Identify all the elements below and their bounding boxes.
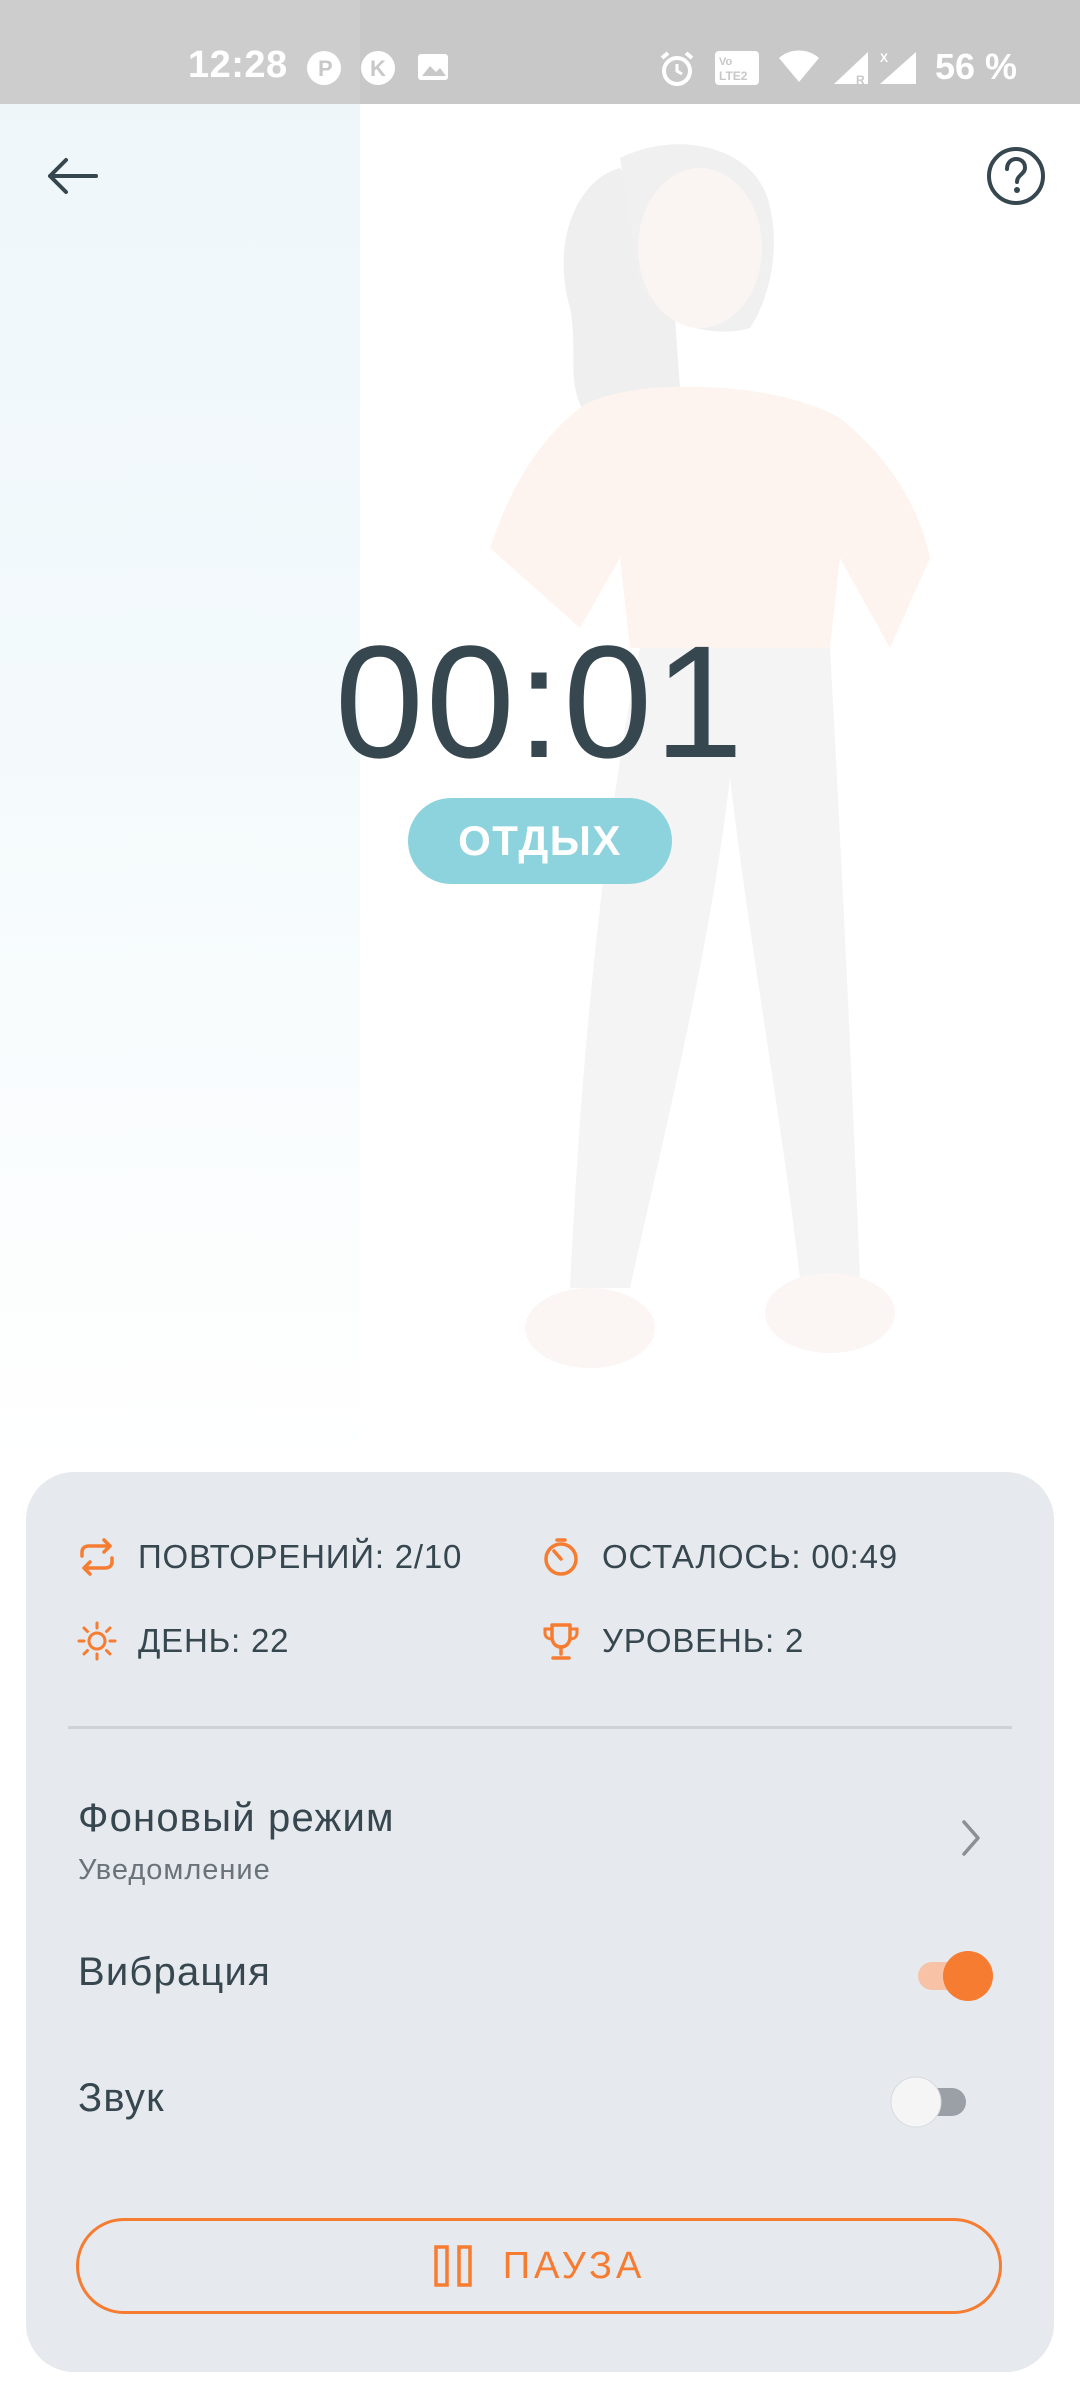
svg-text:P: P bbox=[318, 56, 333, 81]
pause-button[interactable]: ПАУЗА bbox=[76, 2218, 1002, 2314]
pause-icon bbox=[433, 2244, 473, 2288]
alarm-icon bbox=[660, 51, 694, 86]
battery-level: 56 % bbox=[935, 46, 1018, 87]
timer-icon bbox=[540, 1536, 582, 1578]
svg-text:X: X bbox=[880, 51, 888, 65]
stat-repetitions-text: ПОВТОРЕНИЙ: 2/10 bbox=[138, 1538, 463, 1575]
help-button[interactable] bbox=[984, 144, 1048, 208]
chevron-right-icon bbox=[962, 1820, 980, 1856]
svg-text:LTE2: LTE2 bbox=[719, 69, 748, 83]
control-panel: ПОВТОРЕНИЙ: 2/10 ОСТАЛОСЬ: 00:49 ДЕНЬ: 2… bbox=[26, 1472, 1054, 2372]
sun-icon bbox=[76, 1620, 118, 1662]
stat-remaining: ОСТАЛОСЬ: 00:49 bbox=[540, 1536, 898, 1578]
k-app-icon: K bbox=[361, 51, 395, 85]
svg-text:K: K bbox=[370, 56, 386, 81]
status-bar: 12:28 P K Vo LTE2 R X 56 % bbox=[0, 0, 1080, 104]
trophy-icon bbox=[540, 1620, 582, 1662]
background-mode-value: Уведомление bbox=[78, 1854, 271, 1886]
stat-level-text: УРОВЕНЬ: 2 bbox=[602, 1622, 805, 1659]
svg-text:Vo: Vo bbox=[719, 56, 733, 68]
arrow-left-icon bbox=[48, 158, 98, 194]
pause-label: ПАУЗА bbox=[502, 2244, 646, 2287]
question-circle-icon bbox=[987, 147, 1045, 205]
volte-icon: VoLTE2 bbox=[715, 51, 759, 85]
wifi-icon bbox=[779, 50, 819, 82]
svg-text:R: R bbox=[856, 73, 865, 86]
image-icon bbox=[418, 54, 448, 80]
background-mode-title: Фоновый режим bbox=[78, 1796, 395, 1840]
sound-label: Звук bbox=[78, 2076, 165, 2120]
stat-repetitions: ПОВТОРЕНИЙ: 2/10 bbox=[76, 1536, 462, 1578]
back-button[interactable] bbox=[40, 144, 104, 208]
stat-day: ДЕНЬ: 22 bbox=[76, 1620, 289, 1662]
vibration-toggle[interactable] bbox=[910, 1932, 996, 2018]
sound-toggle[interactable] bbox=[886, 2058, 972, 2144]
repeat-icon bbox=[76, 1536, 118, 1578]
phase-badge: ОТДЫХ bbox=[408, 798, 672, 884]
signal-icon: R bbox=[834, 52, 868, 86]
stat-level: УРОВЕНЬ: 2 bbox=[540, 1620, 804, 1662]
stat-remaining-text: ОСТАЛОСЬ: 00:49 bbox=[602, 1538, 898, 1575]
stat-day-text: ДЕНЬ: 22 bbox=[138, 1622, 290, 1659]
parking-icon: P bbox=[307, 51, 341, 85]
status-time: 12:28 bbox=[188, 44, 288, 86]
divider bbox=[68, 1726, 1012, 1729]
timer-display: 00:01 bbox=[334, 612, 746, 791]
signal-x-icon: X bbox=[880, 51, 916, 84]
vibration-label: Вибрация bbox=[78, 1950, 271, 1994]
